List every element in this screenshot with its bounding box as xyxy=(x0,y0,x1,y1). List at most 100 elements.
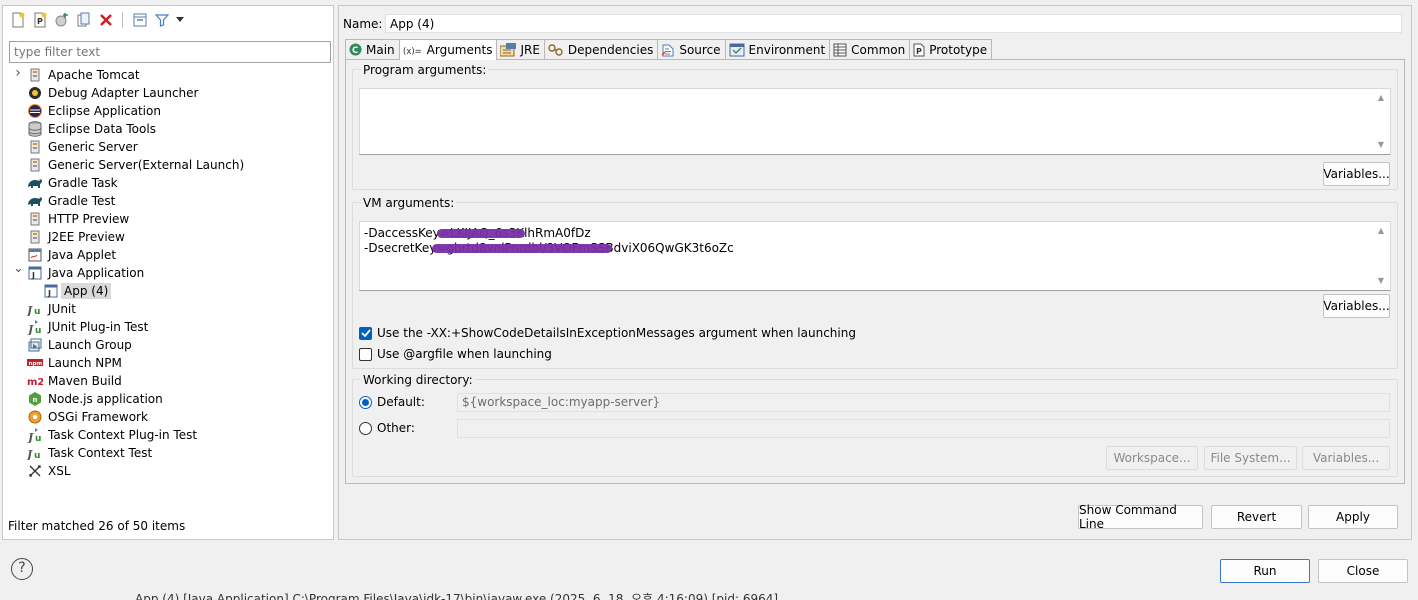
show-command-line-button[interactable]: Show Command Line xyxy=(1078,503,1203,531)
common-tab-icon xyxy=(833,43,847,57)
java-applet-icon xyxy=(27,247,43,263)
tree-item[interactable]: m2 Maven Build xyxy=(3,372,333,390)
svg-text:u: u xyxy=(34,451,40,460)
tree-item[interactable]: Generic Server(External Launch) xyxy=(3,156,333,174)
chevron-right-icon[interactable]: › xyxy=(13,66,23,80)
junit-plugin-icon: Ju xyxy=(27,319,43,335)
duplicate-icon[interactable] xyxy=(75,12,92,29)
other-directory-label: Other: xyxy=(377,421,415,435)
svg-text:u: u xyxy=(35,434,41,443)
new-prototype-icon[interactable]: P xyxy=(31,12,48,29)
filter-status: Filter matched 26 of 50 items xyxy=(8,519,186,533)
tab-bar: C Main (x)= Arguments JRE Dependencies Source E… xyxy=(345,39,993,60)
tree-item[interactable]: Ju JUnit xyxy=(3,300,333,318)
tab-main[interactable]: C Main xyxy=(345,39,400,59)
tree-item[interactable]: Launch Group xyxy=(3,336,333,354)
help-icon[interactable]: ? xyxy=(11,558,33,580)
tree-item-label: Generic Server xyxy=(48,140,138,154)
nodejs-icon: n xyxy=(27,391,43,407)
scroll-down-icon[interactable]: ▼ xyxy=(1376,277,1386,285)
close-button[interactable]: Close xyxy=(1318,559,1408,583)
tree-item[interactable]: Ju Task Context Plug-in Test xyxy=(3,426,333,444)
use-argfile-option[interactable]: Use @argfile when launching xyxy=(359,347,552,361)
run-button[interactable]: Run xyxy=(1220,559,1310,583)
default-directory-option[interactable]: Default: xyxy=(359,395,425,409)
tab-label: Source xyxy=(679,42,721,57)
program-variables-button[interactable]: Variables... xyxy=(1323,162,1390,186)
tab-dependencies[interactable]: Dependencies xyxy=(543,39,659,59)
tree-item-label: Launch NPM xyxy=(48,356,122,370)
tree-item[interactable]: HTTP Preview xyxy=(3,210,333,228)
tree-item-label: Java Application xyxy=(48,266,145,280)
tab-label: Arguments xyxy=(426,43,493,57)
scroll-down-icon[interactable]: ▼ xyxy=(1376,141,1386,149)
name-input[interactable] xyxy=(385,14,1402,33)
tree-item[interactable]: › Apache Tomcat xyxy=(3,66,333,84)
other-directory-radio[interactable] xyxy=(359,421,372,435)
working-directory-variables-button[interactable]: Variables... xyxy=(1302,446,1390,470)
tree-item[interactable]: Eclipse Application xyxy=(3,102,333,120)
tree-item[interactable]: Gradle Test xyxy=(3,192,333,210)
use-argfile-checkbox[interactable] xyxy=(359,347,372,361)
svg-text:u: u xyxy=(34,307,40,316)
scroll-up-icon[interactable]: ▲ xyxy=(1376,94,1386,102)
export-icon[interactable] xyxy=(53,12,70,29)
new-config-icon[interactable] xyxy=(9,12,26,29)
tree-item-label: Debug Adapter Launcher xyxy=(48,86,199,100)
workspace-button[interactable]: Workspace... xyxy=(1106,446,1198,470)
vm-arguments-group: VM arguments: -DaccessKey=LKIJAQ_6s3KlhR… xyxy=(352,196,1398,369)
show-code-details-checkbox[interactable] xyxy=(359,326,372,340)
svg-text:C: C xyxy=(352,46,358,56)
use-argfile-label: Use @argfile when launching xyxy=(377,347,552,361)
tree-item[interactable]: Debug Adapter Launcher xyxy=(3,84,333,102)
tree-item-label: Apache Tomcat xyxy=(48,68,140,82)
apply-button[interactable]: Apply xyxy=(1308,505,1398,529)
svg-text:J: J xyxy=(47,289,51,298)
tree-item-label: Task Context Test xyxy=(48,446,153,460)
vm-variables-button[interactable]: Variables... xyxy=(1323,294,1390,318)
tree-item[interactable]: J App (4) xyxy=(3,282,333,300)
tree-item[interactable]: J2EE Preview xyxy=(3,228,333,246)
tree-item-label: OSGi Framework xyxy=(48,410,148,424)
revert-button[interactable]: Revert xyxy=(1211,505,1302,529)
collapse-all-icon[interactable] xyxy=(131,12,148,29)
file-system-button[interactable]: File System... xyxy=(1204,446,1297,470)
tree-item[interactable]: ⌄ J Java Application xyxy=(3,262,333,282)
tree-item-label: Java Applet xyxy=(48,248,117,262)
filter-icon[interactable] xyxy=(153,12,170,29)
view-menu-icon[interactable] xyxy=(175,12,185,29)
tree-item[interactable]: XSL xyxy=(3,462,333,480)
tab-jre[interactable]: JRE xyxy=(496,39,545,59)
source-tab-icon xyxy=(661,43,675,57)
tab-environment[interactable]: Environment xyxy=(724,39,831,59)
delete-icon[interactable] xyxy=(97,12,114,29)
program-arguments-title: Program arguments: xyxy=(361,63,489,77)
default-directory-label: Default: xyxy=(377,395,425,409)
tab-arguments[interactable]: (x)= Arguments xyxy=(398,39,498,60)
tab-source[interactable]: Source xyxy=(657,39,726,59)
chevron-down-icon[interactable]: ⌄ xyxy=(13,262,24,275)
tree-item[interactable]: Ju Task Context Test xyxy=(3,444,333,462)
tree-item[interactable]: Java Applet xyxy=(3,246,333,264)
tree-item[interactable]: Ju JUnit Plug-in Test xyxy=(3,318,333,336)
tree-item[interactable]: n Node.js application xyxy=(3,390,333,408)
tree-item-label: XSL xyxy=(48,464,71,478)
tree-item[interactable]: Gradle Task xyxy=(3,174,333,192)
program-arguments-textarea[interactable]: ▲ ▼ xyxy=(359,88,1391,155)
other-directory-option[interactable]: Other: xyxy=(359,421,415,435)
tree-item[interactable]: npm Launch NPM xyxy=(3,354,333,372)
svg-text:m2: m2 xyxy=(27,377,43,387)
vm-arguments-textarea[interactable]: -DaccessKey=LKIJAQ_6s3KlhRmA0fDz -Dsecre… xyxy=(359,221,1391,291)
tree-item[interactable]: Eclipse Data Tools xyxy=(3,120,333,138)
tree-item-label: Eclipse Application xyxy=(48,104,161,118)
tab-common[interactable]: Common xyxy=(829,39,911,59)
tree-item[interactable]: Generic Server xyxy=(3,138,333,156)
scroll-up-icon[interactable]: ▲ xyxy=(1376,227,1386,235)
tab-prototype[interactable]: P Prototype xyxy=(909,39,993,59)
filter-input[interactable] xyxy=(9,41,331,63)
show-code-details-option[interactable]: Use the -XX:+ShowCodeDetailsInExceptionM… xyxy=(359,326,856,340)
default-directory-radio[interactable] xyxy=(359,395,372,409)
svg-text:(x)=: (x)= xyxy=(403,47,422,56)
other-directory-field[interactable] xyxy=(457,419,1390,438)
tree-item[interactable]: OSGi Framework xyxy=(3,408,333,426)
